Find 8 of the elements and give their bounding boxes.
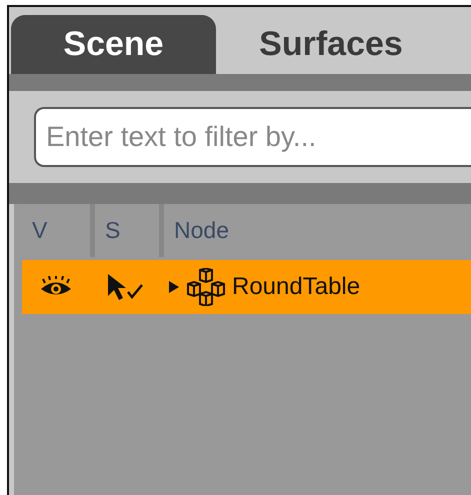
node-row[interactable]: RoundTable (22, 260, 471, 314)
cubes-icon (186, 268, 226, 306)
tab[interactable]: Surfaces (216, 15, 446, 74)
filter-field[interactable]: Enter text to filter by... (34, 107, 471, 167)
tab[interactable]: Scene (11, 15, 216, 74)
node-name: RoundTable (232, 273, 360, 301)
caret-right-icon[interactable] (168, 280, 180, 294)
pointer-check-icon[interactable] (105, 272, 145, 302)
